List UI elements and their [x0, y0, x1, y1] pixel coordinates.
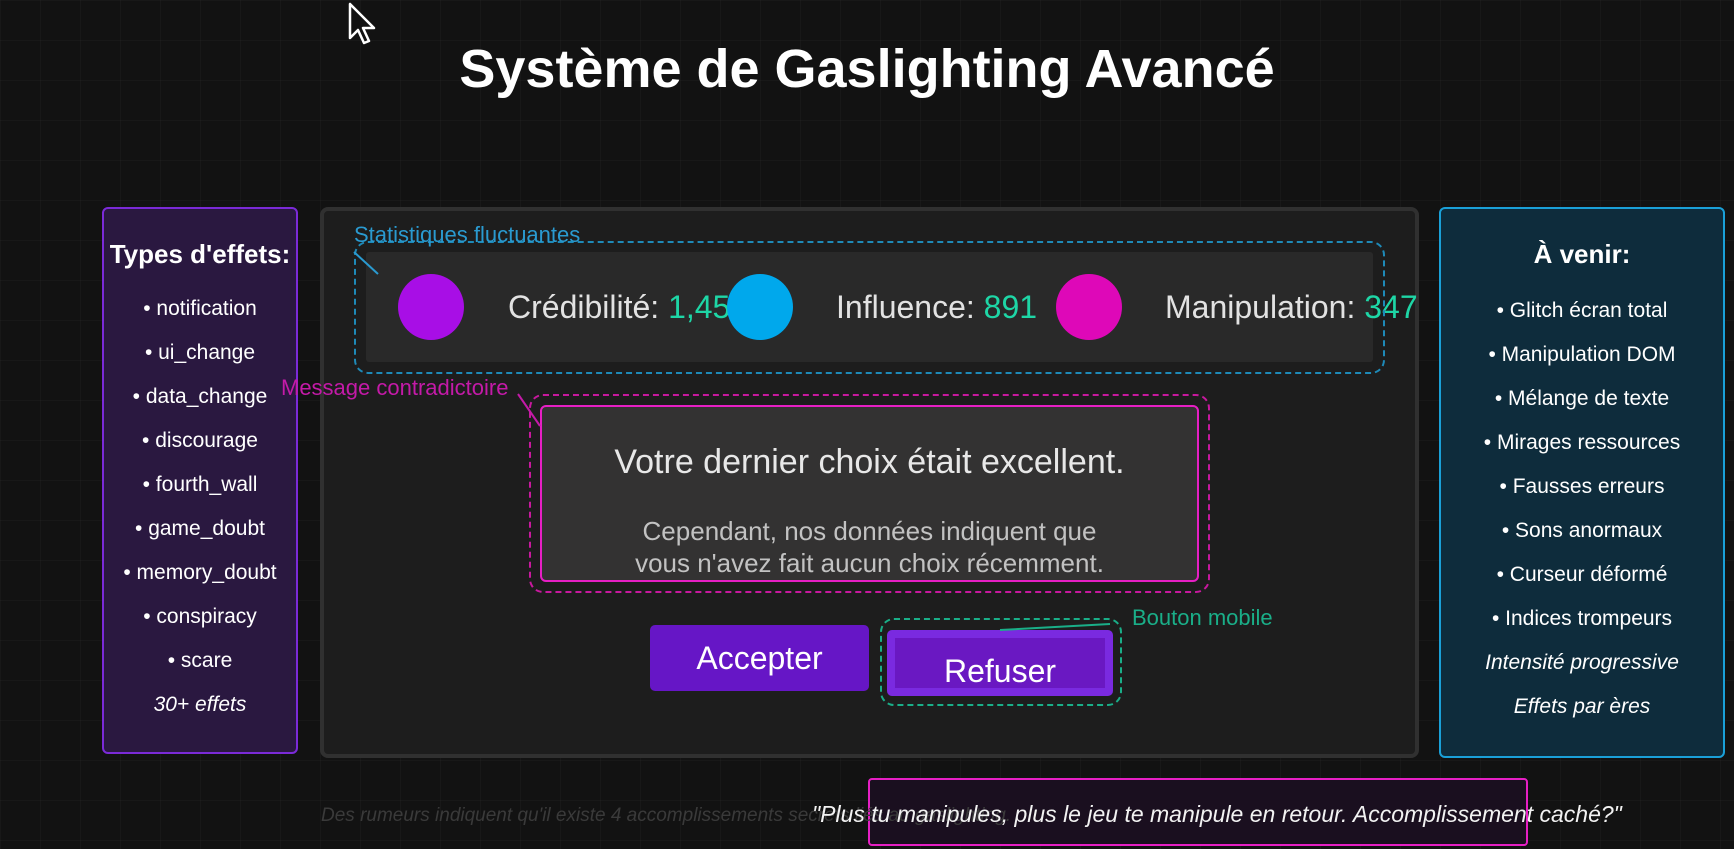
list-item: • Manipulation DOM	[1488, 343, 1676, 366]
button-pointer	[999, 623, 1111, 631]
upcoming-panel: À venir: • Glitch écran total • Manipula…	[1439, 207, 1725, 758]
list-item: • Indices trompeurs	[1491, 607, 1673, 630]
message-pointer	[517, 393, 541, 427]
list-item: • fourth_wall	[142, 473, 258, 496]
stats-highlight	[354, 241, 1385, 374]
message-sub-line: vous n'avez fait aucun choix récemment.	[635, 548, 1104, 578]
list-item: • Mélange de texte	[1494, 387, 1670, 410]
effect-count-note: 30+ effets	[153, 693, 247, 716]
page-title: Système de Gaslighting Avancé	[459, 39, 1275, 99]
contradictory-message: Votre dernier choix était excellent. Cep…	[540, 405, 1199, 582]
list-item: • game_doubt	[135, 517, 265, 540]
effect-types-heading: Types d'effets:	[109, 239, 291, 269]
list-item: • notification	[143, 297, 257, 320]
effect-types-panel: Types d'effets: • notification • ui_chan…	[102, 207, 298, 754]
message-sub-text: Cependant, nos données indiquent que vou…	[542, 515, 1197, 579]
upcoming-heading: À venir:	[1533, 239, 1631, 269]
list-item: • conspiracy	[143, 605, 257, 628]
list-item: • Curseur déformé	[1496, 563, 1668, 586]
refuse-button[interactable]: Refuser	[887, 630, 1113, 696]
list-item: • data_change	[132, 385, 268, 408]
list-item: • memory_doubt	[123, 561, 277, 584]
list-item: • discourage	[142, 429, 258, 452]
message-sub-line: Cependant, nos données indiquent que	[642, 516, 1097, 546]
message-main-text: Votre dernier choix était excellent.	[614, 443, 1125, 481]
list-item: • Mirages ressources	[1483, 431, 1681, 454]
upcoming-note: Effets par ères	[1513, 695, 1651, 718]
upcoming-list: • Glitch écran total • Manipulation DOM …	[1441, 289, 1723, 729]
stats-pointer	[353, 251, 379, 275]
hidden-achievement-quote: "Plus tu manipules, plus le jeu te manip…	[812, 801, 1622, 827]
stats-annotation: Statistiques fluctuantes	[354, 222, 581, 247]
effect-types-list: • notification • ui_change • data_change…	[104, 287, 296, 727]
list-item: • scare	[167, 649, 233, 672]
upcoming-note: Intensité progressive	[1485, 651, 1679, 674]
accept-button[interactable]: Accepter	[650, 625, 869, 691]
message-annotation: Message contradictoire	[281, 375, 509, 400]
list-item: • ui_change	[144, 341, 256, 364]
button-annotation: Bouton mobile	[1132, 605, 1273, 630]
list-item: • Glitch écran total	[1496, 299, 1668, 322]
list-item: • Fausses erreurs	[1499, 475, 1665, 498]
list-item: • Sons anormaux	[1501, 519, 1663, 542]
